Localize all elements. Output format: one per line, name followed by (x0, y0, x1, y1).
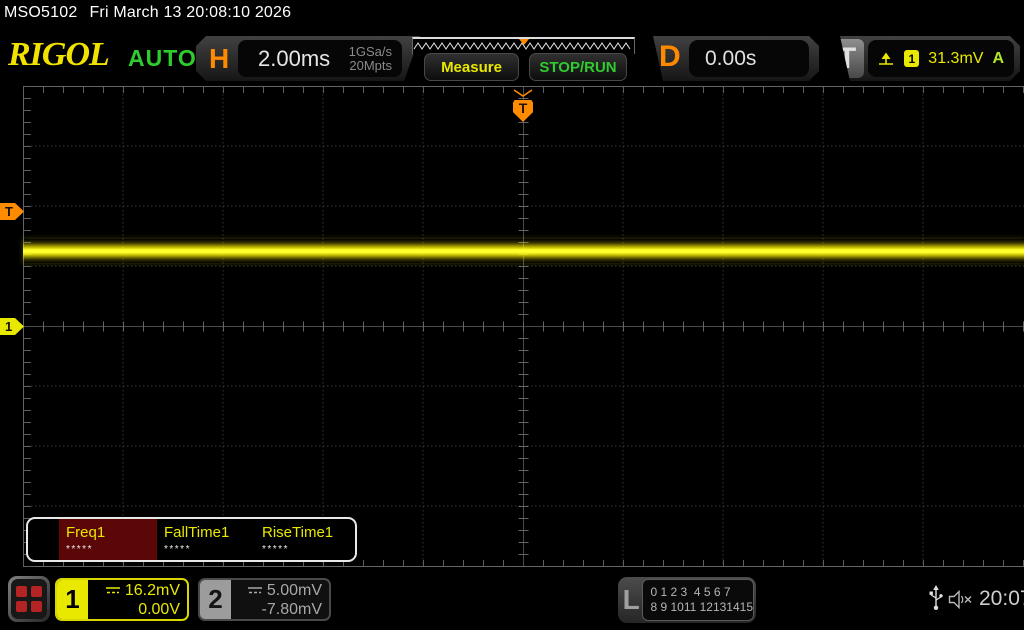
trigger-level-marker[interactable]: T (0, 203, 24, 220)
menu-button[interactable] (8, 576, 50, 622)
logic-row2: 8 9 1011 12131415 (650, 600, 753, 615)
rigol-logo: RIGOL (8, 36, 109, 74)
horizontal-settings-widget[interactable]: H 2.00ms 1GSa/s 20Mpts (196, 36, 420, 81)
measurement-label: FallTime1 (164, 524, 255, 541)
trigger-chevron-icon (512, 89, 534, 97)
measurement-panel: Freq1 ***** FallTime1 ***** RiseTime1 **… (26, 517, 357, 562)
channel1-number: 1 (57, 580, 88, 619)
measurement-value: ***** (164, 544, 255, 555)
clock-text: 20:07 (979, 587, 1024, 611)
menu-grid-icon (11, 579, 47, 619)
dc-coupling-icon (247, 585, 263, 595)
trigger-position-marker[interactable]: T (512, 84, 534, 122)
timebase-value: 2.00ms (238, 46, 349, 72)
channel2-scale: 5.00mV (267, 581, 322, 600)
channel1-offset: 0.00V (138, 600, 180, 619)
measurement-label: Freq1 (66, 524, 157, 541)
titlebar: MSO5102 Fri March 13 20:08:10 2026 (4, 4, 303, 22)
logic-channels-badge[interactable]: L 0 1 2 3 4 5 6 7 8 9 1011 12131415 (618, 577, 756, 623)
trigger-shield-icon: T (513, 100, 533, 122)
channel2-offset: -7.80mV (262, 600, 322, 619)
measure-button[interactable]: Measure (424, 53, 519, 81)
trigger-widget[interactable]: T 1 31.3mV A (826, 36, 1020, 81)
channel2-badge[interactable]: 2 5.00mV -7.80mV (198, 578, 331, 621)
trigger-label: T (830, 39, 864, 78)
trigger-level-value: 31.3mV (928, 50, 983, 68)
channel2-values: 5.00mV -7.80mV (231, 580, 329, 619)
measurement-value: ***** (66, 544, 157, 555)
logic-row1: 0 1 2 3 4 5 6 7 (650, 585, 753, 600)
graticule (23, 86, 1024, 567)
dc-coupling-icon (105, 585, 121, 595)
waveform-overview-strip[interactable] (412, 37, 635, 54)
trigger-source-badge: 1 (904, 50, 919, 67)
usb-icon (929, 585, 943, 612)
rising-edge-icon (878, 51, 895, 66)
delay-label: D (659, 40, 681, 74)
measurement-label: RiseTime1 (262, 524, 353, 541)
datetime-text: Fri March 13 20:08:10 2026 (89, 4, 291, 21)
delay-widget[interactable]: D 0.00s (637, 36, 819, 81)
channel1-trace (23, 239, 1024, 263)
model-name: MSO5102 (4, 4, 77, 21)
measurement-item-risetime1[interactable]: RiseTime1 ***** (255, 519, 353, 560)
channel1-badge[interactable]: 1 16.2mV 0.00V (55, 578, 189, 621)
channel2-number: 2 (200, 580, 231, 619)
measurement-item-freq1[interactable]: Freq1 ***** (59, 519, 157, 560)
channel1-scale: 16.2mV (125, 581, 180, 600)
memory-depth-value: 20Mpts (349, 59, 392, 73)
speaker-muted-icon (948, 590, 975, 609)
sample-rate-value: 1GSa/s (349, 45, 392, 59)
channel1-offset-marker[interactable]: 1 (0, 318, 24, 335)
trigger-pill: 1 31.3mV A (868, 40, 1014, 77)
overview-trigger-position-icon[interactable] (519, 39, 529, 45)
delay-value: 0.00s (689, 40, 809, 77)
stop-run-button[interactable]: STOP/RUN (529, 53, 627, 81)
sample-rate-block: 1GSa/s 20Mpts (349, 45, 402, 73)
measurement-item-falltime1[interactable]: FallTime1 ***** (157, 519, 255, 560)
logic-label: L (620, 579, 642, 621)
acquisition-mode-label: AUTO (128, 45, 197, 72)
horizontal-pill: 2.00ms 1GSa/s 20Mpts (238, 40, 402, 77)
horizontal-label: H (209, 43, 229, 75)
logic-channel-list: 0 1 2 3 4 5 6 7 8 9 1011 12131415 (642, 579, 754, 621)
channel1-values: 16.2mV 0.00V (88, 580, 187, 619)
measurement-value: ***** (262, 544, 353, 555)
trigger-sweep-mode: A (992, 50, 1004, 68)
